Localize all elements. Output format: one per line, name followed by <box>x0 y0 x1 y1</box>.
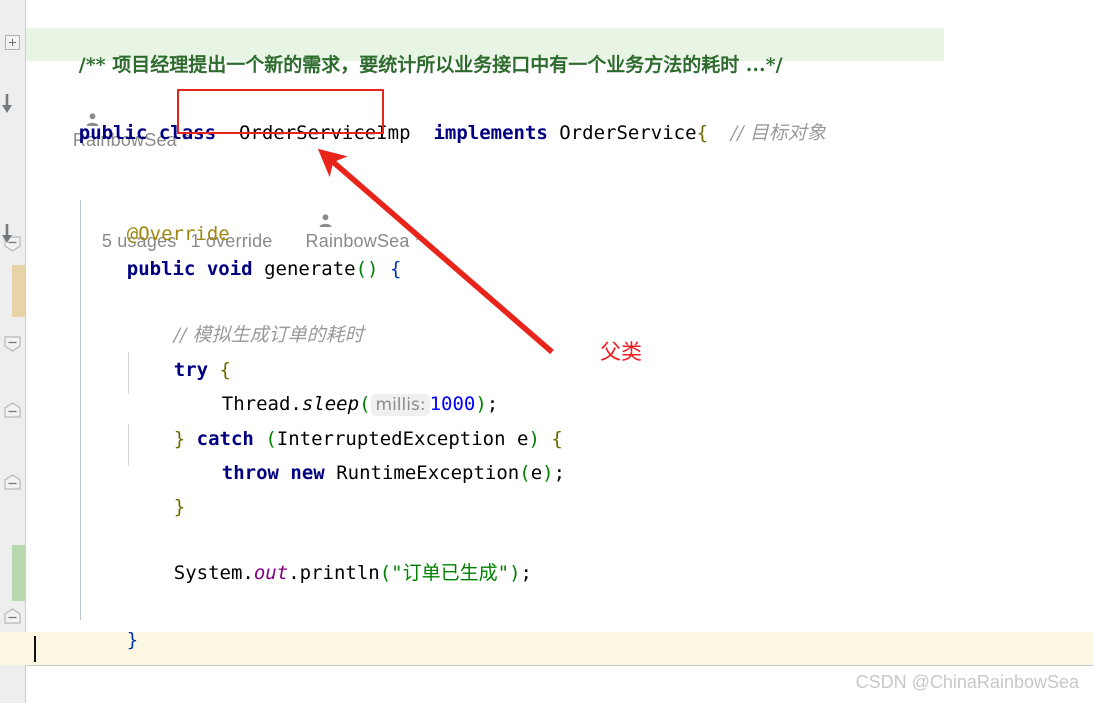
catch-close-brace: } <box>173 496 186 518</box>
class-trailing-comment: // 目标对象 <box>730 122 826 144</box>
fold-collapse-icon[interactable] <box>4 608 21 624</box>
class-open-brace: { <box>696 122 709 144</box>
fold-collapse-icon[interactable] <box>4 474 21 490</box>
method-params: () <box>355 258 379 280</box>
throw-line[interactable]: throw new RuntimeException(e); <box>176 440 565 506</box>
println-dot2: . <box>288 562 300 584</box>
println-semicolon: ; <box>520 562 532 584</box>
class-name: OrderServiceImp <box>238 122 411 144</box>
implemented-method-icon[interactable] <box>0 92 14 114</box>
method-modified-mark: * <box>414 231 423 251</box>
method-modifier: public <box>126 258 196 280</box>
code-editor-screenshot: /** 项目经理提出一个新的需求，要统计所以业务接口中有一个业务方法的耗时 ..… <box>0 0 1093 703</box>
method-signature-line[interactable]: public void generate() { <box>81 236 402 302</box>
fold-collapse-icon[interactable] <box>4 336 21 352</box>
keyword-class: class <box>158 122 217 144</box>
parent-class-annotation-label: 父类 <box>600 340 642 364</box>
modifier-public: public <box>78 122 148 144</box>
csdn-watermark: CSDN @ChinaRainbowSea <box>855 672 1079 692</box>
class-declaration-line[interactable]: public class OrderServiceImp implements … <box>33 100 826 166</box>
method-name: generate <box>264 258 356 280</box>
caret-line-band <box>0 632 1093 665</box>
println-receiver: System <box>173 562 243 584</box>
println-field: out <box>253 562 289 584</box>
interface-name: OrderService <box>559 122 697 144</box>
catch-close-brace-line[interactable]: } <box>128 474 185 540</box>
bottom-gutter <box>0 666 26 703</box>
method-close-brace-line[interactable]: } <box>81 607 138 673</box>
println-string-literal: "订单已生成" <box>391 562 510 584</box>
keyword-new: new <box>290 462 325 484</box>
exception-type: RuntimeException <box>336 462 520 484</box>
println-open-paren: ( <box>379 562 392 584</box>
author-person-icon <box>287 191 332 227</box>
gutter-divider-line <box>25 0 26 703</box>
method-close-brace: } <box>126 629 139 651</box>
fold-collapse-icon[interactable] <box>4 402 21 418</box>
keyword-throw: throw <box>221 462 279 484</box>
println-dot1: . <box>242 562 254 584</box>
method-return-type: void <box>206 258 253 280</box>
println-method: println <box>299 562 380 584</box>
println-close-paren: ) <box>509 562 521 584</box>
method-open-brace: { <box>389 258 402 280</box>
throw-argument: e <box>530 462 543 484</box>
keyword-implements: implements <box>433 122 548 144</box>
change-bar-added[interactable] <box>12 545 25 601</box>
change-bar-modified[interactable] <box>12 265 25 317</box>
bottom-code-vision[interactable]: 5 usages1 override RainbowSea <box>81 675 410 703</box>
author-person-icon <box>287 698 302 703</box>
overriding-method-icon[interactable] <box>0 222 14 244</box>
throw-close-paren: ) <box>542 462 554 484</box>
fold-expand-icon[interactable] <box>5 35 20 50</box>
throw-semicolon: ; <box>553 462 566 484</box>
text-caret <box>34 636 36 662</box>
println-line[interactable]: System.out.println("订单已生成"); <box>128 540 532 606</box>
throw-open-paren: ( <box>519 462 531 484</box>
